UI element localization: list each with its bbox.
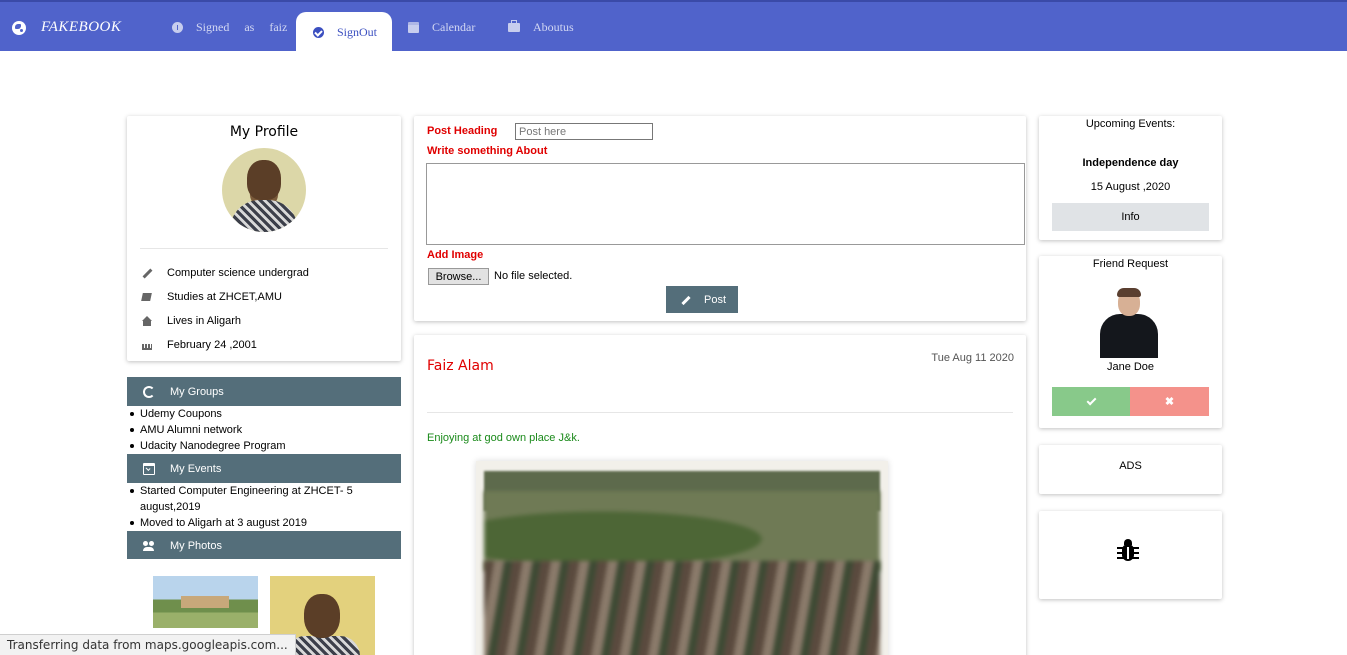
my-photos-header[interactable]: My Photos [127,531,401,560]
post-composer: Post Heading Write something About Add I… [414,116,1026,321]
friend-request-title: Friend Request [1092,258,1169,270]
check-icon [1086,395,1096,406]
nav-signed-in-as[interactable]: Signed as faiz [172,2,287,53]
divider [427,412,1013,413]
post-text: Enjoying at god own place J&k. [427,432,580,444]
browse-button[interactable]: Browse... [428,268,489,285]
brand-name: FAKEBOOK [41,19,122,35]
profile-card: My Profile Computer science undergrad St… [127,116,401,361]
calendar-check-icon [143,462,155,475]
pencil-icon [680,294,692,306]
ads-card: ADS [1039,445,1222,494]
info-icon [172,22,183,33]
add-image-label: Add Image [427,249,484,261]
avatar [222,148,306,232]
list-item[interactable]: AMU Alumni network [127,422,401,438]
calendar-icon [408,22,419,33]
browser-status-bar: Transferring data from maps.googleapis.c… [0,634,296,655]
photo-campus[interactable] [153,576,258,628]
globe-icon [12,20,26,35]
post-heading-input[interactable] [515,123,653,140]
birthday-cake-icon [141,339,153,351]
profile-title: My Profile [229,124,299,140]
upcoming-events-card: Upcoming Events: Independence day 15 Aug… [1039,116,1222,240]
profile-info-location: Lives in Aligarh [141,315,241,327]
divider [140,248,388,249]
briefcase-icon [508,20,520,32]
post-heading-label: Post Heading [427,125,498,137]
upcoming-events-title: Upcoming Events: [1085,118,1176,130]
post-body-textarea[interactable] [426,163,1025,245]
nav-signout[interactable]: SignOut [296,12,392,53]
events-list: Started Computer Engineering at ZHCET- 5… [127,483,401,531]
circle-notch-icon [143,385,155,398]
friend-request-card: Friend Request Jane Doe ✖ [1039,256,1222,428]
top-navbar: FAKEBOOK Signed as faiz SignOut Calendar… [0,0,1347,53]
book-icon [141,291,153,303]
check-circle-icon [313,27,324,38]
my-events-header[interactable]: My Events [127,454,401,483]
ads-title: ADS [1119,460,1142,472]
feed-post: Faiz Alam Tue Aug 11 2020 Enjoying at go… [414,335,1026,655]
users-icon [143,540,155,552]
list-item: Started Computer Engineering at ZHCET- 5… [127,483,401,515]
reject-button[interactable]: ✖ [1130,387,1209,416]
post-image[interactable] [476,461,888,655]
nav-calendar[interactable]: Calendar [408,2,475,53]
post-button[interactable]: Post [666,286,738,313]
profile-info-occupation: Computer science undergrad [141,267,309,279]
file-status: No file selected. [494,270,573,282]
home-icon [141,315,153,327]
post-author[interactable]: Faiz Alam [427,358,494,374]
nav-aboutus[interactable]: Aboutus [508,2,574,53]
event-date: 15 August ,2020 [1090,181,1171,193]
bug-report-card [1039,511,1222,599]
pencil-icon [141,267,153,279]
list-item[interactable]: Udacity Nanodegree Program [127,438,401,454]
close-icon: ✖ [1164,396,1175,408]
profile-info-education: Studies at ZHCET,AMU [141,291,282,303]
my-groups-header[interactable]: My Groups [127,377,401,406]
accept-button[interactable] [1052,387,1130,416]
write-about-label: Write something About [427,145,548,157]
brand[interactable]: FAKEBOOK [12,19,121,36]
list-item[interactable]: Udemy Coupons [127,406,401,422]
groups-list: Udemy Coupons AMU Alumni network Udacity… [127,406,401,454]
profile-info-birthday: February 24 ,2001 [141,339,257,351]
info-button[interactable]: Info [1052,203,1209,231]
friend-name: Jane Doe [1106,361,1155,373]
friend-avatar [1098,288,1160,358]
list-item: Moved to Aligarh at 3 august 2019 [127,515,401,531]
post-date: Tue Aug 11 2020 [931,352,1014,364]
bug-icon[interactable] [1117,538,1139,563]
event-name: Independence day [1082,157,1179,169]
